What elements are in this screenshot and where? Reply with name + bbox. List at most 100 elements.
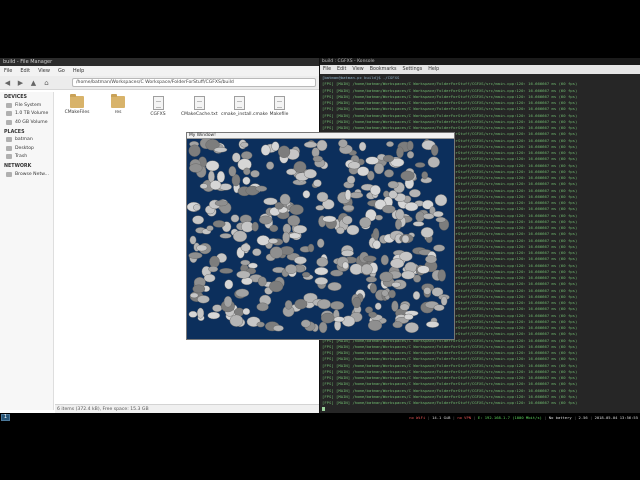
rendered-model (315, 205, 325, 211)
network-heading: NETWORK (4, 164, 32, 169)
load-status: 2.56 (578, 415, 588, 420)
rendered-model (266, 161, 275, 170)
rendered-model (287, 214, 301, 227)
render-window[interactable]: My Window! (186, 132, 455, 340)
rendered-model (406, 151, 415, 159)
rendered-model (341, 315, 356, 327)
rendered-model (196, 244, 208, 252)
rendered-model (307, 243, 315, 253)
rendered-model (317, 299, 331, 310)
rendered-model (219, 268, 234, 274)
rendered-model (277, 145, 291, 159)
rendered-model (240, 141, 249, 148)
forward-arrow-icon[interactable]: ▶ (15, 78, 26, 88)
rendered-model (229, 314, 244, 327)
rendered-model (269, 246, 284, 259)
rendered-model (230, 214, 240, 223)
rendered-model (207, 311, 221, 320)
menu-help[interactable]: Help (69, 68, 88, 74)
rendered-model (330, 301, 345, 310)
workspace-button[interactable]: 1 (1, 414, 10, 421)
rendered-model (399, 303, 410, 311)
rendered-model (224, 279, 234, 290)
rendered-model (392, 321, 403, 329)
menu-view[interactable]: View (34, 68, 54, 74)
rendered-model (406, 140, 414, 151)
sidebar-item-40gb-volume[interactable]: 40 GB Volume (0, 118, 53, 127)
terminal-menu-view[interactable]: View (349, 67, 366, 72)
rendered-model (313, 179, 322, 188)
rendered-model (300, 319, 311, 328)
rendered-model (197, 295, 210, 304)
back-arrow-icon[interactable]: ◀ (2, 78, 13, 88)
rendered-model (294, 256, 307, 265)
sidebar-item-trash[interactable]: Trash (0, 153, 53, 162)
rendered-model (252, 248, 262, 257)
menu-file[interactable]: File (0, 68, 16, 74)
rendered-model (212, 220, 226, 228)
rendered-model (380, 254, 389, 266)
rendered-model (301, 271, 311, 278)
rendered-model (205, 160, 220, 172)
sidebar-item-label: batman (15, 137, 33, 143)
text-file-icon (233, 96, 245, 110)
sidebar-item-desktop[interactable]: Desktop (0, 144, 53, 153)
rendered-model (273, 324, 284, 332)
rendered-model (292, 225, 308, 234)
rendered-model (382, 204, 396, 214)
rendered-model (422, 213, 435, 220)
rendered-model (390, 258, 405, 269)
rendered-model (388, 190, 398, 199)
rendered-model (338, 139, 348, 148)
rendered-model (320, 312, 335, 324)
sidebar-item-1tb-volume[interactable]: 1.0 TB Volume (0, 110, 53, 119)
rendered-model (404, 201, 419, 212)
rendered-model (346, 224, 360, 236)
rendered-model (333, 316, 345, 323)
sidebar-item-browse-network[interactable]: Browse Netw... (0, 170, 53, 179)
location-path-field[interactable]: /home/batman/Workspaces/C Workspace/Fold… (72, 78, 316, 87)
terminal-menu-bookmarks[interactable]: Bookmarks (367, 67, 400, 72)
up-arrow-icon[interactable]: ▲ (28, 78, 39, 88)
rendered-model (375, 214, 383, 221)
rendered-model (303, 168, 317, 179)
file-item-res[interactable]: res (100, 94, 136, 116)
sidebar-item-home[interactable]: batman (0, 136, 53, 145)
terminal-menu-help[interactable]: Help (425, 67, 442, 72)
executable-file-icon (152, 96, 164, 110)
rendered-model (342, 215, 353, 225)
rendered-model (322, 215, 337, 223)
rendered-model (188, 144, 201, 157)
rendered-model (192, 215, 205, 225)
sidebar-item-file-system[interactable]: File System (0, 101, 53, 110)
terminal-menu-settings[interactable]: Settings (400, 67, 426, 72)
rendered-model (344, 189, 352, 201)
rendered-model (394, 219, 402, 230)
rendered-model (433, 304, 445, 311)
file-item-cmakefiles[interactable]: CMakeFiles (59, 94, 95, 116)
file-item-makefile[interactable]: Makefile (261, 96, 297, 118)
file-item-cmake-install[interactable]: cmake_install.cmake (221, 96, 268, 118)
render-viewport[interactable] (187, 139, 454, 339)
rendered-model (250, 169, 260, 178)
terminal-menu-file[interactable]: File (320, 67, 334, 72)
rendered-model (412, 291, 421, 300)
rendered-model (420, 227, 434, 238)
file-name: CGFXS (150, 112, 166, 117)
rendered-model (349, 191, 364, 199)
rendered-model (284, 300, 293, 310)
menu-go[interactable]: Go (54, 68, 69, 74)
file-item-cgfxs[interactable]: CGFXS (140, 96, 176, 118)
rendered-model (360, 263, 373, 275)
terminal-menu-edit[interactable]: Edit (334, 67, 349, 72)
rendered-model (189, 292, 199, 299)
drive-icon (6, 102, 12, 108)
rendered-model (199, 183, 208, 189)
home-icon[interactable]: ⌂ (41, 78, 52, 88)
menu-edit[interactable]: Edit (16, 68, 34, 74)
file-item-cmakecache[interactable]: CMakeCache.txt (181, 96, 218, 118)
wifi-status: no WiFi (409, 415, 426, 420)
rendered-model (388, 289, 396, 299)
rendered-model (414, 162, 426, 168)
file-name: cmake_install.cmake (221, 112, 268, 117)
